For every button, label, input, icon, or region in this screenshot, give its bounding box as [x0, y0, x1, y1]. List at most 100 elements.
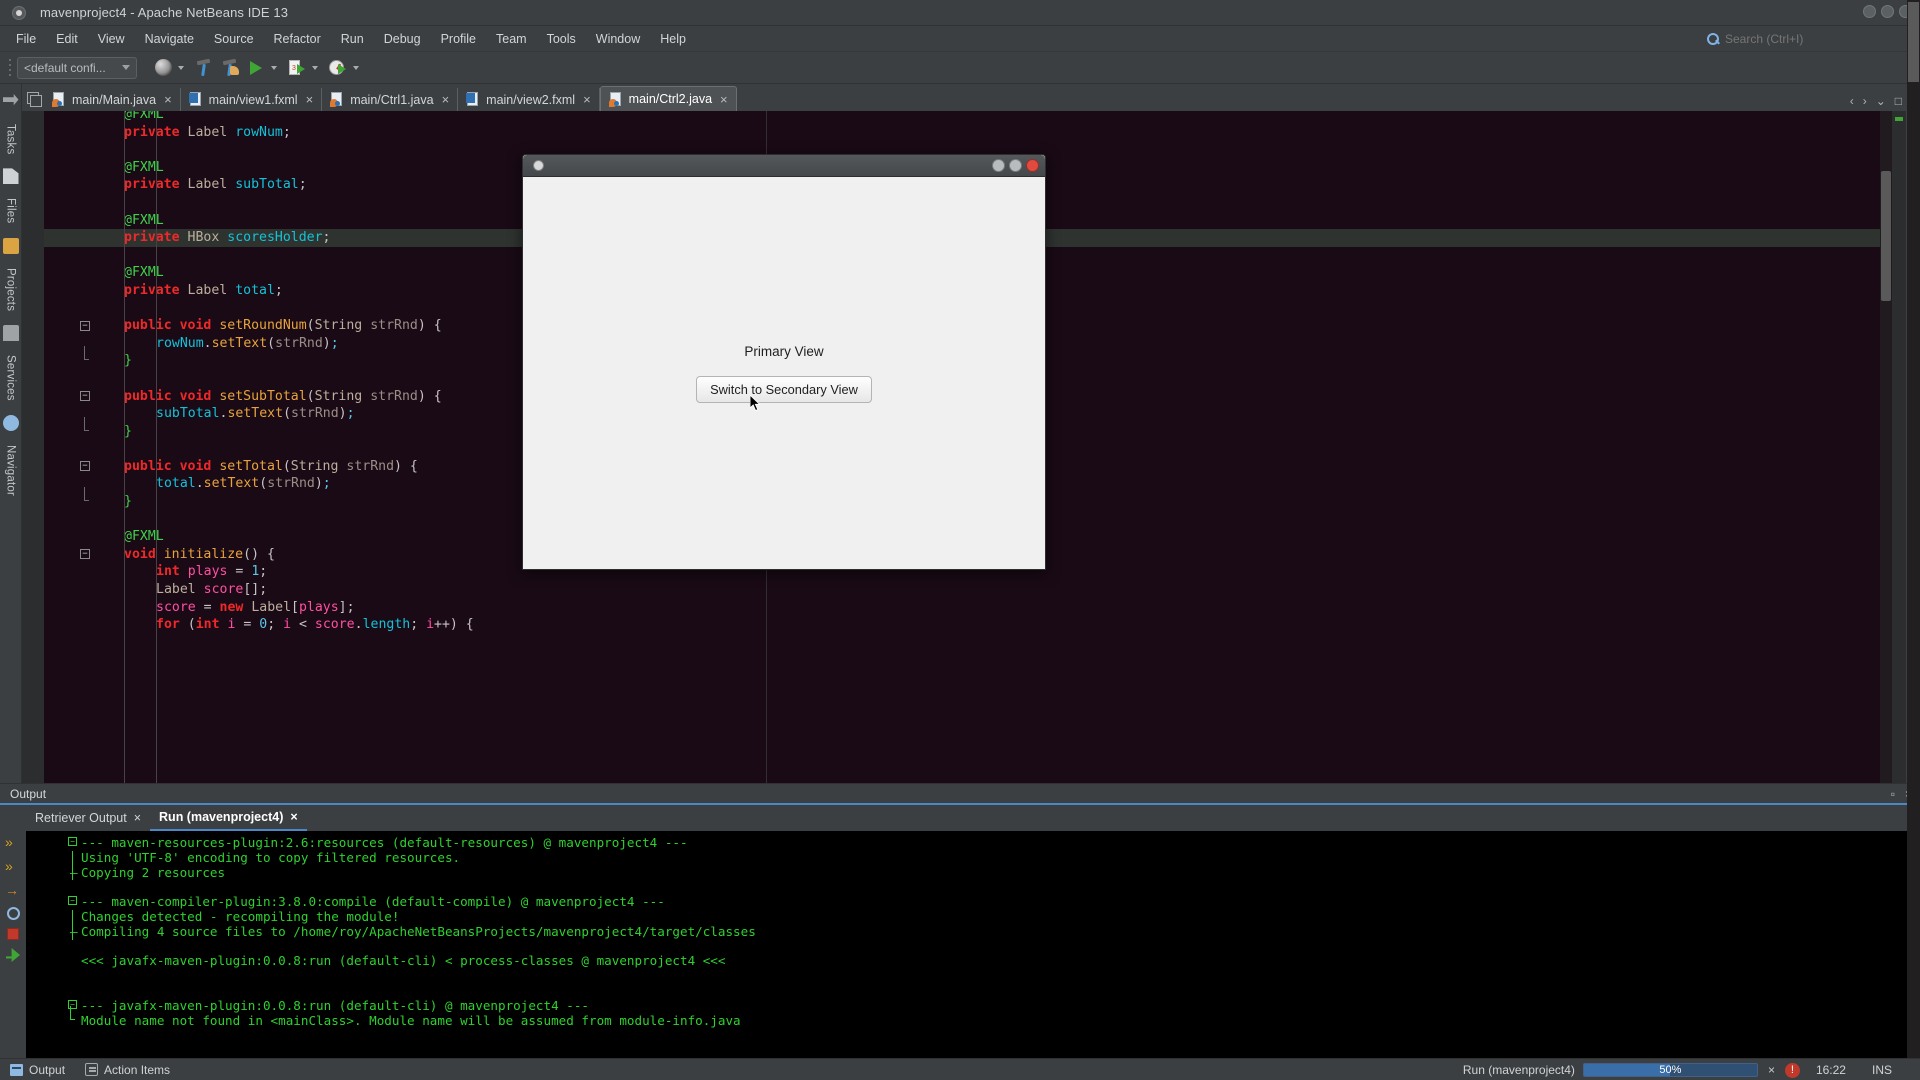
maximize-icon[interactable] [1009, 159, 1022, 172]
run-icon[interactable] [6, 948, 20, 962]
maximize-icon[interactable] [1881, 5, 1894, 18]
code-token: private [124, 124, 180, 140]
close-icon[interactable] [1026, 159, 1039, 172]
code-token: ( [283, 406, 292, 422]
find-icon[interactable] [6, 907, 20, 920]
menu-view[interactable]: View [88, 29, 135, 49]
code-token: ) { [251, 546, 275, 562]
output-panel: Output ▫ × Retriever Output × Run (maven… [0, 0, 1920, 1080]
editor-window-icon[interactable] [22, 84, 44, 111]
editor-vertical-scrollbar[interactable] [1880, 111, 1892, 783]
output-fold-toggle[interactable]: − [68, 896, 77, 906]
javafx-app-window[interactable]: Primary View Switch to Secondary View [522, 154, 1046, 570]
output-tab-retriever[interactable]: Retriever Output × [26, 807, 150, 830]
clean-build-icon[interactable] [218, 56, 242, 80]
code-fold-toggle[interactable]: − [80, 320, 90, 331]
globe-icon[interactable] [151, 56, 175, 80]
chevron-down-icon[interactable]: ⌄ [1876, 94, 1886, 108]
code-token: @FXML [124, 159, 164, 175]
sidebar-item-tasks[interactable]: Tasks [2, 116, 20, 162]
toolbar-grip[interactable] [6, 57, 13, 79]
code-fold-toggle[interactable]: − [80, 391, 90, 401]
scroll-right-icon[interactable]: › [1863, 94, 1867, 108]
status-action-items-button[interactable]: Action Items [75, 1063, 180, 1077]
code-fold-toggle[interactable]: − [80, 461, 90, 472]
editor-tab-view1-fxml[interactable]: main/view1.fxml × [181, 88, 323, 111]
editor-error-strip[interactable] [1892, 111, 1906, 783]
editor-tab-label: main/view2.fxml [486, 92, 576, 107]
menu-help[interactable]: Help [650, 29, 696, 49]
output-console[interactable]: − --- maven-resources-plugin:2.6:resource… [26, 831, 1920, 1058]
editor-tab-ctrl2-java[interactable]: main/Ctrl2.java × [599, 86, 737, 111]
javafx-app-icon [533, 160, 544, 171]
output-fold-toggle[interactable]: − [68, 837, 77, 846]
menu-debug[interactable]: Debug [374, 29, 431, 49]
chevron-down-icon[interactable] [178, 65, 184, 70]
output-tab-run[interactable]: Run (mavenproject4) × [150, 806, 307, 831]
chevron-down-icon[interactable] [271, 65, 277, 70]
scroll-left-icon[interactable]: ‹ [1850, 94, 1854, 108]
menu-profile[interactable]: Profile [431, 29, 486, 49]
cancel-progress-button[interactable]: × [1758, 1063, 1785, 1077]
switch-to-secondary-view-button[interactable]: Switch to Secondary View [696, 375, 872, 403]
close-icon[interactable]: × [134, 811, 141, 825]
minimize-icon[interactable] [1863, 5, 1876, 18]
notification-icon[interactable] [1784, 1062, 1800, 1078]
menu-run[interactable]: Run [331, 29, 374, 49]
editor-tab-controls: ‹ › ⌄ □ [1850, 94, 1902, 108]
stop-icon[interactable] [7, 928, 19, 940]
status-output-button[interactable]: Output [0, 1063, 75, 1077]
chevron-down-icon[interactable] [353, 65, 359, 70]
close-icon[interactable]: × [440, 93, 450, 106]
sidebar-item-files[interactable]: Files [2, 190, 20, 231]
output-vertical-scrollbar[interactable] [1907, 0, 1920, 1080]
editor-tab-view2-fxml[interactable]: main/view2.fxml × [458, 88, 600, 111]
javafx-title-bar[interactable] [523, 155, 1045, 177]
editor-tab-main-java[interactable]: main/Main.java × [44, 88, 181, 111]
code-token: Label [187, 124, 228, 140]
close-icon[interactable]: × [581, 93, 591, 106]
profile-project-icon[interactable] [326, 56, 350, 80]
float-icon[interactable]: ▫ [1891, 787, 1895, 801]
minimize-icon[interactable] [992, 159, 1005, 172]
close-icon[interactable]: × [718, 93, 728, 106]
project-config-combo[interactable]: <default confi... [17, 56, 137, 79]
debug-project-icon[interactable] [285, 56, 309, 80]
scrollbar-thumb[interactable] [1881, 171, 1891, 301]
search-input[interactable] [1725, 32, 1912, 46]
build-icon[interactable] [192, 56, 216, 80]
code-fold-toggle[interactable]: − [80, 549, 90, 560]
java-file-icon [608, 91, 623, 107]
close-icon[interactable]: × [304, 93, 314, 106]
search-box[interactable] [1706, 29, 1912, 49]
menu-edit[interactable]: Edit [46, 29, 88, 49]
sidebar-item-navigator[interactable]: Navigator [2, 437, 20, 504]
code-token: ) { [394, 458, 418, 474]
progress-bar[interactable]: 50% [1582, 1063, 1758, 1077]
menu-window[interactable]: Window [586, 29, 650, 49]
next-error-icon[interactable]: → [5, 883, 21, 899]
menu-team[interactable]: Team [486, 29, 537, 49]
sidebar-item-projects[interactable]: Projects [2, 260, 20, 319]
menu-source[interactable]: Source [204, 29, 264, 49]
sidebar-item-services[interactable]: Services [2, 347, 20, 409]
output-gutter-end [70, 1005, 75, 1020]
output-icon [10, 1063, 23, 1076]
maximize-icon[interactable]: □ [1895, 94, 1902, 108]
menu-tools[interactable]: Tools [537, 29, 586, 49]
scrollbar-thumb[interactable] [1908, 2, 1919, 82]
chevron-down-icon[interactable] [312, 65, 318, 70]
close-icon[interactable]: × [290, 810, 297, 824]
output-line-text: --- maven-compiler-plugin:3.8.0:compile … [81, 894, 665, 910]
menu-refactor[interactable]: Refactor [264, 29, 331, 49]
editor-tab-ctrl1-java[interactable]: main/Ctrl1.java × [322, 88, 459, 111]
menu-file[interactable]: File [6, 29, 46, 49]
editor-tab-strip: main/Main.java × main/view1.fxml × main/… [22, 84, 1906, 111]
rerun-icon[interactable]: » [5, 859, 21, 875]
run-project-icon[interactable] [244, 56, 268, 80]
output-panel-title: Output [10, 786, 47, 801]
close-icon[interactable]: × [162, 93, 172, 106]
code-token: i [426, 617, 435, 633]
rerun-icon[interactable]: » [5, 835, 21, 851]
menu-navigate[interactable]: Navigate [135, 29, 204, 49]
